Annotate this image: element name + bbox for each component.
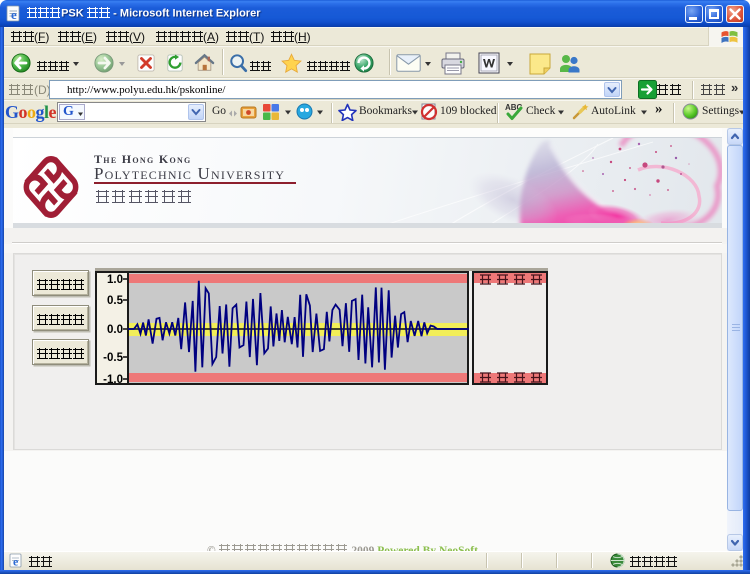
svg-text:-1.0: -1.0 bbox=[103, 374, 123, 385]
svg-text:e: e bbox=[13, 555, 19, 569]
svg-text:0.0: 0.0 bbox=[107, 324, 123, 336]
svg-text:e: e bbox=[11, 7, 17, 22]
svg-text:1.0: 1.0 bbox=[107, 274, 123, 286]
svg-text:-0.5: -0.5 bbox=[103, 352, 123, 364]
svg-text:0.5: 0.5 bbox=[107, 295, 124, 307]
